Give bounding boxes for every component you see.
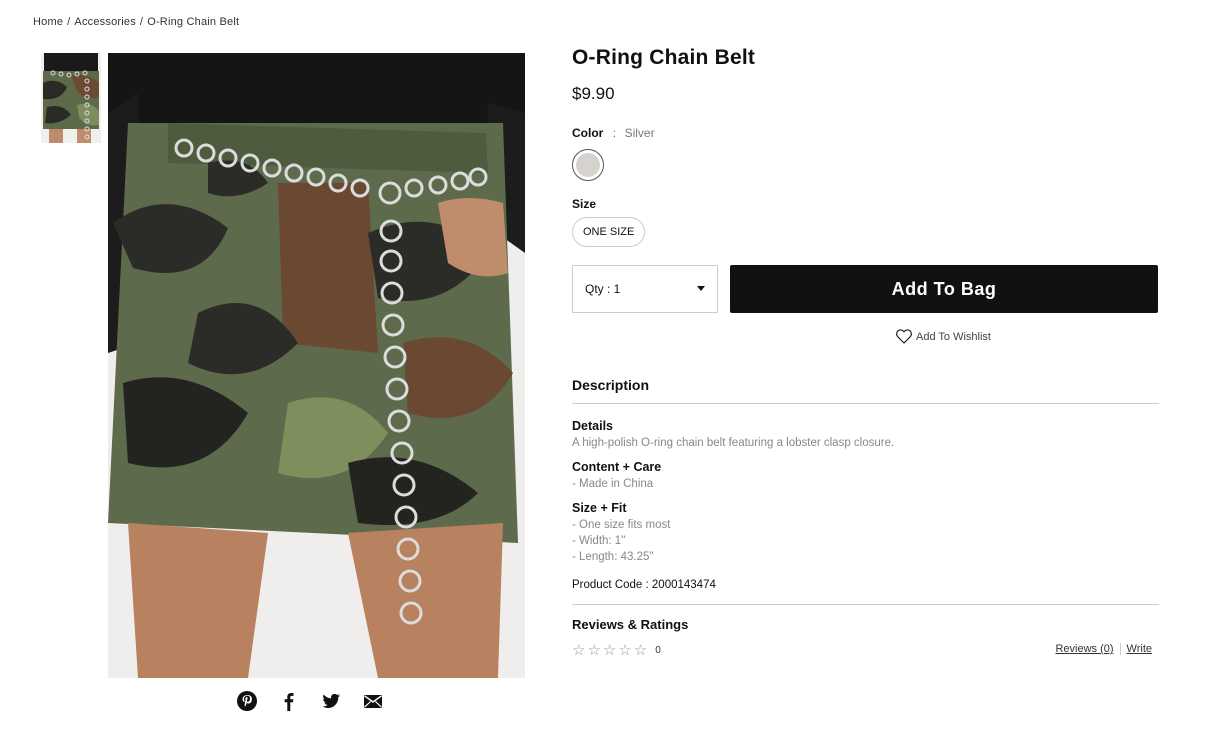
star-icon: ☆ (587, 642, 601, 659)
color-selector: Color : Silver (572, 124, 1159, 181)
size-fit-section: Size + Fit - One size fits most - Width:… (572, 501, 1159, 565)
color-value: Silver (624, 126, 655, 140)
heart-icon (896, 329, 912, 344)
breadcrumb-separator: / (67, 16, 71, 28)
product-thumbnail[interactable] (41, 53, 101, 143)
facebook-icon[interactable] (278, 690, 300, 712)
color-swatch-silver[interactable] (572, 149, 604, 181)
purchase-row: Qty : 1 Add To Bag Add To Wishlist (572, 265, 1159, 344)
color-label: Color (572, 126, 604, 140)
reviews-row: ☆ ☆ ☆ ☆ ☆ 0 Reviews (0) Write (572, 641, 1159, 659)
star-icon: ☆ (602, 642, 617, 659)
caret-down-icon (697, 286, 705, 291)
review-links: Reviews (0) Write (1055, 643, 1152, 656)
size-fit-line: - Width: 1" (572, 535, 626, 547)
breadcrumb-accessories[interactable]: Accessories (74, 16, 136, 28)
quantity-label: Qty : 1 (585, 282, 621, 296)
details-section: Details A high-polish O-ring chain belt … (572, 419, 1159, 451)
size-label: Size (572, 197, 597, 211)
color-separator: : (612, 126, 617, 140)
size-selector: Size ONE SIZE (572, 197, 1159, 247)
breadcrumb-separator: / (139, 16, 144, 28)
reviews-link[interactable]: Reviews (0) (1055, 643, 1113, 655)
size-fit-title: Size + Fit (572, 501, 627, 515)
star-icon: ☆ (633, 642, 648, 659)
wishlist-label: Add To Wishlist (916, 330, 991, 343)
details-title: Details (572, 419, 613, 433)
add-to-bag-button[interactable]: Add To Bag (730, 265, 1158, 313)
email-icon[interactable] (362, 690, 384, 712)
pinterest-icon[interactable] (236, 690, 258, 712)
details-text: A high-polish O-ring chain belt featurin… (572, 437, 895, 449)
twitter-icon[interactable] (320, 690, 342, 712)
size-fit-line: - One size fits most (572, 519, 671, 531)
product-price: $9.90 (572, 84, 615, 103)
description-heading: Description (572, 377, 1159, 404)
size-option-one-size[interactable]: ONE SIZE (572, 217, 646, 247)
share-bar (236, 690, 384, 712)
product-title: O-Ring Chain Belt (572, 46, 756, 69)
star-icon: ☆ (618, 642, 632, 659)
size-fit-line: - Length: 43.25" (572, 551, 654, 563)
breadcrumb: Home / Accessories / O-Ring Chain Belt (33, 16, 239, 28)
product-info: O-Ring Chain Belt $9.90 Color : Silver S… (572, 46, 1159, 659)
content-care-text: - Made in China (572, 478, 654, 490)
link-divider (1119, 643, 1121, 656)
reviews-heading: Reviews & Ratings (572, 617, 689, 632)
product-main-image[interactable] (108, 53, 525, 678)
breadcrumb-home[interactable]: Home (33, 16, 63, 28)
content-care-section: Content + Care - Made in China (572, 460, 1159, 492)
write-review-link[interactable]: Write (1127, 643, 1152, 655)
review-count: 0 (655, 644, 661, 656)
breadcrumb-current[interactable]: O-Ring Chain Belt (147, 16, 239, 28)
content-care-title: Content + Care (572, 460, 662, 474)
product-code: Product Code : 2000143474 (572, 579, 1159, 605)
color-swatch-fill (576, 153, 600, 177)
quantity-select[interactable]: Qty : 1 (572, 265, 718, 313)
star-icon: ☆ (572, 642, 586, 659)
add-to-wishlist-link[interactable]: Add To Wishlist (896, 329, 991, 344)
